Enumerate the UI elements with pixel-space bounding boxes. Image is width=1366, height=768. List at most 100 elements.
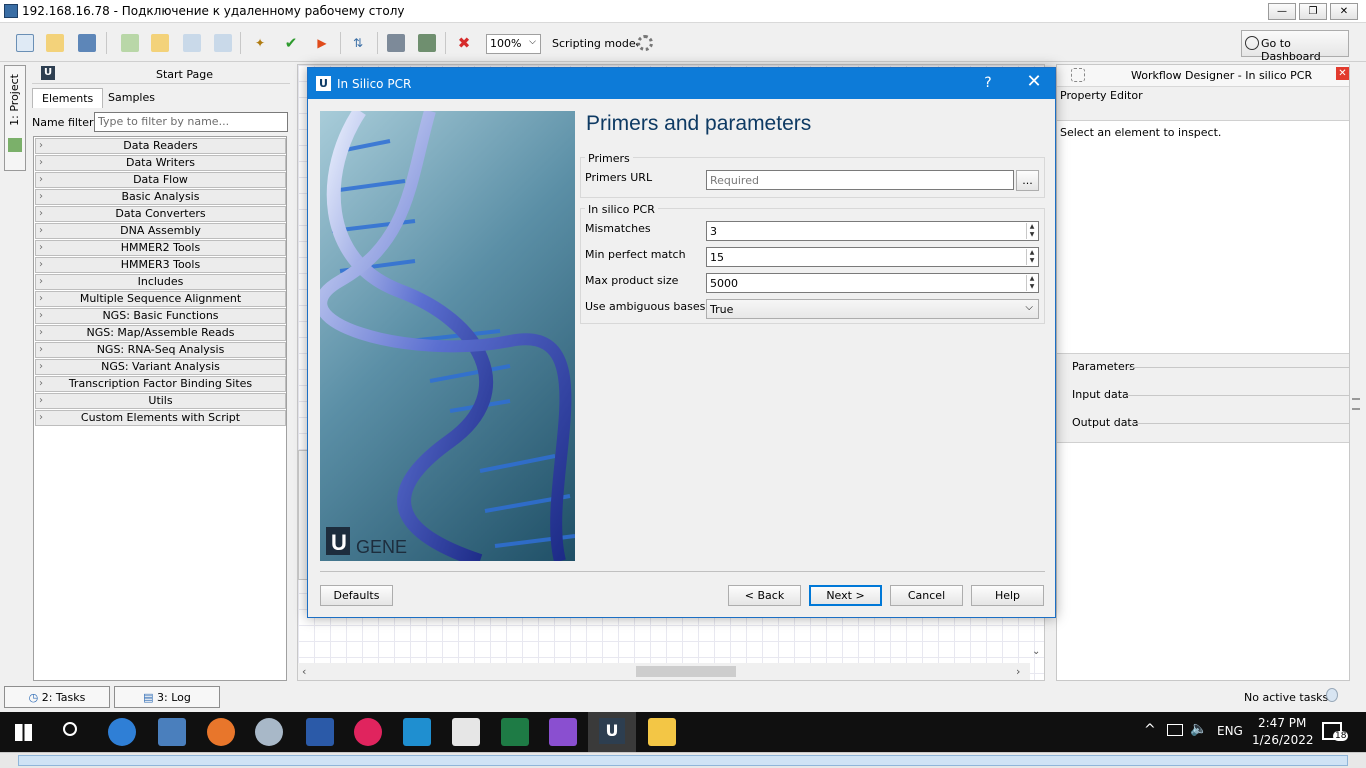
spin-arrows-icon[interactable]: ▲ ▼ — [1026, 223, 1037, 239]
firefox-icon[interactable] — [207, 718, 235, 746]
new-element-icon[interactable] — [121, 34, 139, 52]
start-page-tab[interactable]: Start Page — [156, 68, 213, 81]
settings-gear-icon[interactable] — [637, 35, 653, 51]
next-button[interactable]: Next > — [809, 585, 882, 606]
paint-icon[interactable] — [255, 718, 283, 746]
spin-arrows-icon[interactable]: ▲ ▼ — [1026, 249, 1037, 265]
scroll-right-icon[interactable]: › — [1016, 665, 1020, 678]
app-icon-1[interactable] — [108, 718, 136, 746]
rdp-horizontal-scrollbar[interactable] — [0, 752, 1366, 768]
category-item[interactable]: › Basic Analysis — [35, 189, 286, 205]
copy-icon[interactable] — [183, 34, 201, 52]
category-item[interactable]: › Data Writers — [35, 155, 286, 171]
language-indicator[interactable]: ENG — [1217, 724, 1243, 738]
browse-button[interactable]: ... — [1016, 170, 1039, 191]
name-filter-input[interactable]: Type to filter by name... — [94, 112, 288, 132]
dna-banner-image: U GENE — [320, 111, 575, 561]
notification-icon[interactable]: 18 — [1322, 722, 1349, 741]
tab-elements[interactable]: Elements — [32, 88, 104, 108]
category-item[interactable]: › Data Flow — [35, 172, 286, 188]
close-window-button[interactable]: ✕ — [1330, 3, 1358, 20]
category-item[interactable]: › Includes — [35, 274, 286, 290]
log-button[interactable]: ▤ 3: Log — [114, 686, 220, 708]
splitter-handle-icon[interactable] — [1352, 398, 1360, 410]
slack-icon[interactable] — [354, 718, 382, 746]
open-folder-icon[interactable] — [46, 34, 64, 52]
tray-chevron-icon[interactable]: ^ — [1144, 722, 1156, 738]
scroll-left-icon[interactable]: ‹ — [302, 665, 306, 678]
min-perfect-match-spinbox[interactable]: 15 ▲ ▼ — [706, 247, 1039, 267]
category-item[interactable]: › HMMER3 Tools — [35, 257, 286, 273]
load-element-icon[interactable] — [151, 34, 169, 52]
max-product-size-spinbox[interactable]: 5000 ▲ ▼ — [706, 273, 1039, 293]
task-status-text: No active tasks — [1244, 691, 1329, 704]
tab-samples[interactable]: Samples — [99, 88, 164, 108]
defaults-button[interactable]: Defaults — [320, 585, 393, 606]
clock-time[interactable]: 2:47 PM — [1258, 716, 1306, 730]
restore-button[interactable]: ❐ — [1299, 3, 1327, 20]
category-item[interactable]: › Utils — [35, 393, 286, 409]
app-icon-2[interactable] — [158, 718, 186, 746]
volume-icon[interactable]: 🔈 — [1190, 721, 1207, 737]
layout-icon[interactable]: ⇅ — [349, 34, 367, 52]
back-button[interactable]: < Back — [728, 585, 801, 606]
new-workflow-icon[interactable] — [16, 34, 34, 52]
ugene-logo-icon: U — [41, 66, 55, 80]
section-output-data[interactable]: Output data — [1072, 416, 1138, 429]
wand-icon[interactable]: ✦ — [251, 34, 269, 52]
help-button[interactable]: Help — [971, 585, 1044, 606]
category-item[interactable]: › Multiple Sequence Alignment — [35, 291, 286, 307]
zoom-select[interactable]: 100% ⌵ — [486, 34, 541, 54]
network-icon[interactable] — [1167, 724, 1183, 736]
close-designer-icon[interactable]: ✕ — [1336, 67, 1349, 80]
use-ambiguous-bases-select[interactable]: True ⌵ — [706, 299, 1039, 319]
spin-arrows-icon[interactable]: ▲ ▼ — [1026, 275, 1037, 291]
file-explorer-icon[interactable] — [648, 718, 676, 746]
export-image-icon[interactable] — [418, 34, 436, 52]
category-item[interactable]: › HMMER2 Tools — [35, 240, 286, 256]
category-label: DNA Assembly — [120, 224, 201, 237]
run-icon[interactable]: ▶ — [313, 34, 331, 52]
search-icon[interactable] — [63, 722, 77, 736]
category-item[interactable]: › NGS: Basic Functions — [35, 308, 286, 324]
category-item[interactable]: › NGS: RNA-Seq Analysis — [35, 342, 286, 358]
word-icon[interactable] — [306, 718, 334, 746]
app-icon-8[interactable] — [452, 718, 480, 746]
minimize-button[interactable]: — — [1268, 3, 1296, 20]
scripting-mode-menu[interactable]: Scripting mode▾ — [552, 37, 639, 50]
category-item[interactable]: › NGS: Map/Assemble Reads — [35, 325, 286, 341]
scroll-thumb[interactable] — [636, 666, 736, 677]
project-side-tab[interactable]: 1: Project — [4, 65, 26, 171]
category-item[interactable]: › Transcription Factor Binding Sites — [35, 376, 286, 392]
help-question-icon[interactable]: ? — [980, 75, 996, 91]
app-icon-7[interactable] — [403, 718, 431, 746]
cancel-button[interactable]: Cancel — [890, 585, 963, 606]
rdp-window-title: 192.168.16.78 - Подключение к удаленному… — [22, 4, 405, 18]
rdp-scroll-thumb[interactable] — [18, 755, 1348, 766]
canvas-horizontal-scrollbar[interactable]: ‹ › — [298, 663, 1030, 680]
section-parameters[interactable]: Parameters — [1072, 360, 1135, 373]
save-icon[interactable] — [78, 34, 96, 52]
snapshot-icon[interactable] — [387, 34, 405, 52]
mismatches-spinbox[interactable]: 3 ▲ ▼ — [706, 221, 1039, 241]
section-input-data[interactable]: Input data — [1072, 388, 1129, 401]
go-to-dashboard-button[interactable]: Go to Dashboard — [1241, 30, 1349, 63]
tasks-button[interactable]: ◷ 2: Tasks — [4, 686, 110, 708]
primers-url-input[interactable]: Required — [706, 170, 1014, 190]
visual-studio-icon[interactable] — [549, 718, 577, 746]
category-item[interactable]: › DNA Assembly — [35, 223, 286, 239]
category-item[interactable]: › Data Readers — [35, 138, 286, 154]
category-item[interactable]: › NGS: Variant Analysis — [35, 359, 286, 375]
category-item[interactable]: › Custom Elements with Script — [35, 410, 286, 426]
scroll-down-icon[interactable]: ⌄ — [1032, 646, 1040, 657]
ugene-taskbar-active[interactable]: U — [588, 712, 636, 752]
excel-icon[interactable] — [501, 718, 529, 746]
paste-icon[interactable] — [214, 34, 232, 52]
windows-start-icon[interactable] — [15, 724, 32, 741]
close-icon[interactable]: ✕ — [1024, 72, 1044, 92]
validate-check-icon[interactable]: ✔ — [282, 34, 300, 52]
category-item[interactable]: › Data Converters — [35, 206, 286, 222]
banner-logo-text: GENE — [356, 537, 407, 557]
delete-icon[interactable]: ✖ — [455, 34, 473, 52]
clock-date[interactable]: 1/26/2022 — [1252, 733, 1314, 747]
